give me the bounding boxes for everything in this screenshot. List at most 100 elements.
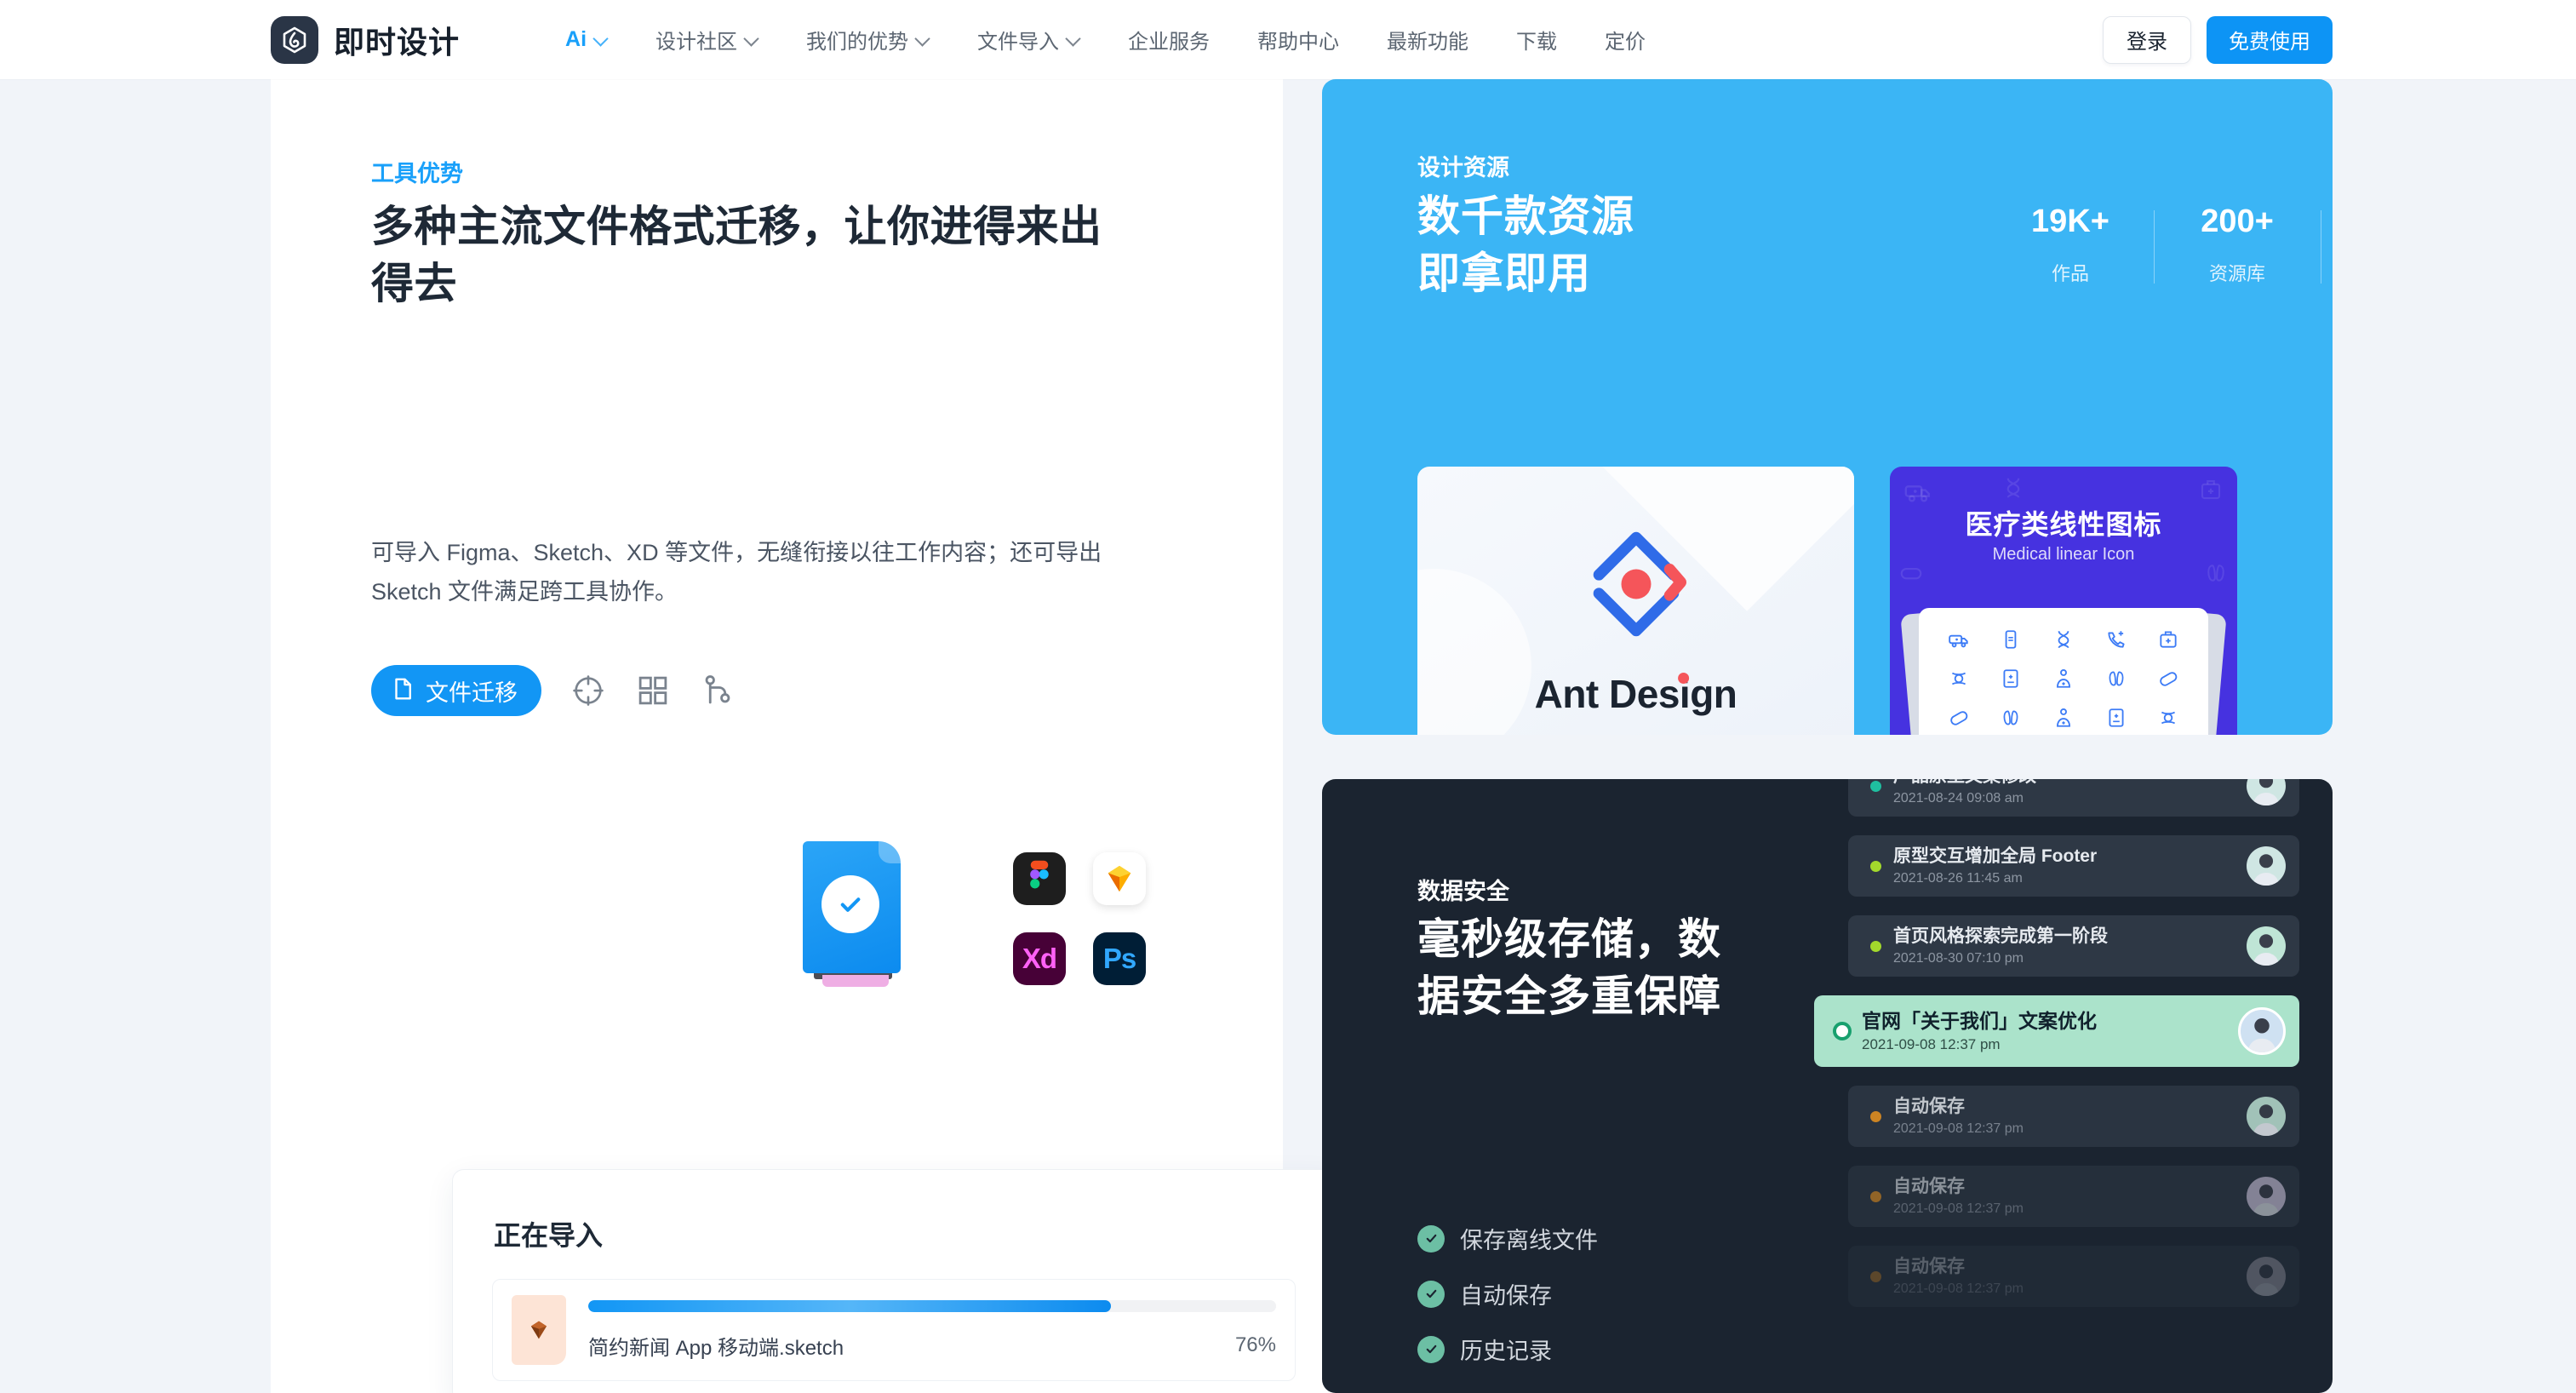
- security-eyebrow: 数据安全: [1417, 879, 1509, 904]
- resources-eyebrow: 设计资源: [1417, 155, 1509, 181]
- doctor-icon: [2037, 668, 2090, 690]
- history-item-title: 官网「关于我们」文案优化: [1862, 1009, 2097, 1032]
- status-dot-icon: [1870, 860, 1881, 872]
- nav-item-advantages[interactable]: 我们的优势: [782, 0, 953, 79]
- import-file-row[interactable]: 简约新闻 App 移动端.sketch 76%: [492, 1279, 1296, 1381]
- history-item-time: 2021-09-08 12:37 pm: [1893, 1121, 2024, 1137]
- checklist-item-autosave: 自动保存: [1417, 1277, 1598, 1310]
- free-trial-button[interactable]: 免费使用: [2207, 15, 2333, 64]
- status-dot-icon: [1833, 1022, 1852, 1040]
- import-progress-card: 正在导入 简约新闻 App 移动端.sketch 76%: [452, 1169, 1337, 1393]
- history-item[interactable]: 自动保存 2021-09-08 12:37 pm: [1848, 1086, 2299, 1147]
- nav-item-pricing[interactable]: 定价: [1581, 0, 1669, 79]
- header-actions: 登录 免费使用: [2103, 0, 2333, 79]
- status-dot-icon: [1870, 1190, 1881, 1202]
- login-button[interactable]: 登录: [2103, 15, 2191, 64]
- import-progress-body: 简约新闻 App 移动端.sketch 76%: [588, 1299, 1276, 1361]
- ant-design-text: Ant Design: [1534, 672, 1737, 716]
- git-branch-icon[interactable]: [700, 673, 736, 708]
- resources-heading: 数千款资源 即拿即用: [1417, 192, 1634, 297]
- history-item-text: 自动保存 2021-09-08 12:37 pm: [1893, 1096, 2247, 1137]
- nav-item-community[interactable]: 设计社区: [632, 0, 782, 79]
- crosshair-circle-icon[interactable]: [570, 673, 606, 708]
- sketch-icon: [1093, 852, 1146, 905]
- status-dot-icon: [1870, 940, 1881, 952]
- history-item[interactable]: 首页风格探索完成第一阶段 2021-08-30 07:10 pm: [1848, 915, 2299, 977]
- medical-icon-card[interactable]: 医疗类线性图标 Medical linear Icon: [1890, 467, 2237, 735]
- history-item-title: 自动保存: [1893, 1256, 1965, 1276]
- checklist-item-offline: 保存离线文件: [1417, 1222, 1598, 1255]
- nav-item-whats-new[interactable]: 最新功能: [1363, 0, 1492, 79]
- ant-design-label: Ant Design: [1535, 671, 1737, 717]
- ant-design-logo-icon: [1577, 525, 1696, 648]
- history-item[interactable]: 自动保存 2021-09-08 12:37 pm: [1848, 1166, 2299, 1227]
- history-item-text: 首页风格探索完成第一阶段 2021-08-30 07:10 pm: [1893, 926, 2247, 966]
- pill-icon: [2142, 668, 2195, 690]
- nav-item-enterprise[interactable]: 企业服务: [1104, 0, 1234, 79]
- nav-item-download[interactable]: 下载: [1492, 0, 1581, 79]
- brand[interactable]: 即时设计: [271, 15, 460, 64]
- avatar: [2247, 1257, 2286, 1296]
- file-formats-illustration: Xd Ps: [747, 828, 1343, 1135]
- ant-dot-icon: [1678, 673, 1690, 684]
- photoshop-icon: Ps: [1093, 932, 1146, 985]
- checklist-label: 历史记录: [1460, 1339, 1552, 1364]
- import-card-title: 正在导入: [494, 1220, 604, 1251]
- nav-label: 下载: [1516, 31, 1558, 54]
- doctor-icon: [2037, 707, 2090, 729]
- figma-icon: [1013, 852, 1066, 905]
- stat-libraries: 200+ 资源库: [2154, 204, 2321, 286]
- history-item[interactable]: 自动保存 2021-09-08 12:37 pm: [1848, 1246, 2299, 1307]
- feature-column: 工具优势 多种主流文件格式迁移，让你进得来出得去 可导入 Figma、Sketc…: [271, 79, 1337, 1393]
- grid-squares-icon[interactable]: [635, 673, 671, 708]
- avatar: [2238, 1007, 2286, 1055]
- nav-label: 设计社区: [655, 31, 738, 54]
- history-item-time: 2021-08-30 07:10 pm: [1893, 951, 2024, 966]
- history-item-text: 官网「关于我们」文案优化 2021-09-08 12:37 pm: [1862, 1009, 2238, 1054]
- dna-icon: [2037, 628, 2090, 651]
- nav-item-file-import[interactable]: 文件导入: [953, 0, 1104, 79]
- history-item-text: 自动保存 2021-09-08 12:37 pm: [1893, 1176, 2247, 1217]
- site-header: 即时设计 Ai 设计社区 我们的优势 文件导入 企业服务 帮助中心 最新功能 下…: [0, 0, 2576, 79]
- design-resources-panel: 设计资源 数千款资源即拿即用 19K+ 作品 200+ 资源库 29K+ 设计元…: [1322, 79, 2333, 735]
- check-mark-icon: [821, 875, 879, 933]
- avatar: [2247, 846, 2286, 886]
- nav-label: 企业服务: [1128, 31, 1211, 54]
- medical-phone-icon: [1985, 628, 2038, 651]
- medical-card-subtitle: Medical linear Icon: [1992, 545, 2135, 564]
- status-dot-icon: [1870, 780, 1881, 792]
- chevron-down-icon: [594, 33, 608, 47]
- kidney-icon: [2090, 668, 2143, 690]
- nav-label: Ai: [565, 27, 587, 51]
- ant-design-card[interactable]: Ant Design: [1417, 467, 1854, 735]
- file-migration-button[interactable]: 文件迁移: [371, 665, 541, 716]
- history-item[interactable]: 产品原型文案修改 2021-08-24 09:08 am: [1848, 779, 2299, 817]
- kidney-icon: [2203, 560, 2229, 590]
- nav-item-ai[interactable]: Ai: [541, 0, 632, 79]
- nav-label: 最新功能: [1387, 31, 1469, 54]
- page-root: 即时设计 Ai 设计社区 我们的优势 文件导入 企业服务 帮助中心 最新功能 下…: [0, 0, 2576, 1393]
- nav-item-help-center[interactable]: 帮助中心: [1234, 0, 1363, 79]
- chevron-down-icon: [745, 33, 758, 47]
- stat-elements: 29K+ 设计元素: [2321, 204, 2333, 286]
- feature-body: 可导入 Figma、Sketch、XD 等文件，无缝衔接以往工作内容；还可导出 …: [371, 540, 1102, 605]
- jishi-flame-logo-icon: [271, 15, 318, 64]
- nav-label: 我们的优势: [806, 31, 909, 54]
- ambulance-icon: [1932, 628, 1985, 651]
- history-item-title: 产品原型文案修改: [1893, 779, 2247, 788]
- stat-label: 资源库: [2208, 263, 2265, 284]
- nav-label: 定价: [1605, 31, 1646, 54]
- checklist-item-history: 历史记录: [1417, 1333, 1598, 1366]
- history-item-time: 2021-09-08 12:37 pm: [1893, 1281, 2024, 1297]
- checklist-label: 自动保存: [1460, 1283, 1552, 1309]
- check-circle-icon: [1417, 1335, 1445, 1363]
- history-item-time: 2021-08-26 11:45 am: [1893, 871, 2023, 886]
- history-item-time: 2021-09-08 12:37 pm: [1893, 1201, 2024, 1217]
- history-item[interactable]: 官网「关于我们」文案优化 2021-09-08 12:37 pm: [1814, 995, 2299, 1067]
- avatar: [2247, 1177, 2286, 1216]
- pill-icon: [1898, 560, 1924, 590]
- medical-card-title: 医疗类线性图标: [1965, 509, 2162, 540]
- medical-report-icon: [2090, 707, 2143, 729]
- history-item[interactable]: 原型交互增加全局 Footer 2021-08-26 11:45 am: [1848, 835, 2299, 897]
- dna-icon: [2001, 475, 2026, 505]
